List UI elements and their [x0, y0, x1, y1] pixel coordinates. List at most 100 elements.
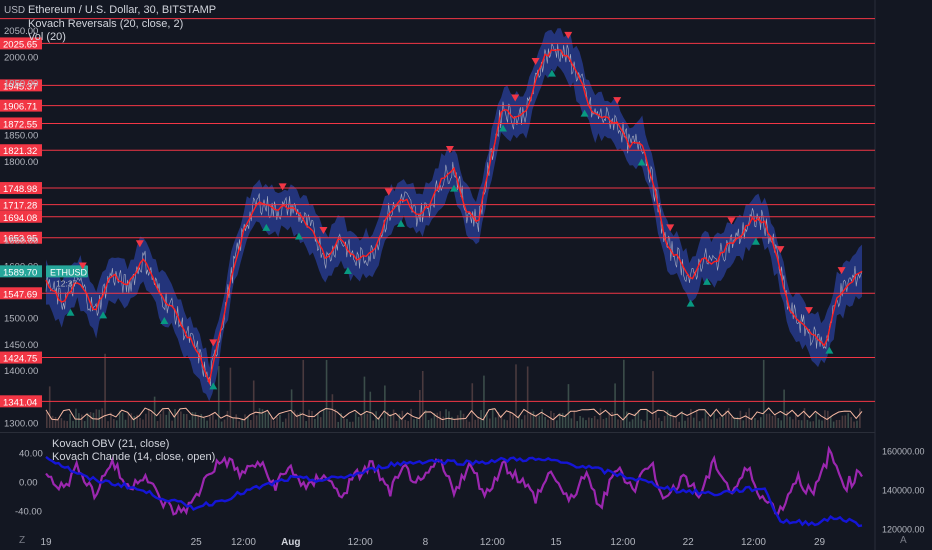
volume-bar [290, 389, 293, 428]
level-tag-label: 1547.69 [3, 289, 37, 300]
level-tag-label: 1872.55 [3, 119, 37, 130]
volume-bar [115, 420, 118, 428]
kovach-chande-legend[interactable]: Kovach Chande (14, close, open) [52, 451, 215, 463]
volume-bar [550, 410, 552, 428]
x-tick-label: 15 [550, 537, 562, 548]
volume-bar [742, 420, 745, 428]
volume-bar [413, 419, 415, 428]
volume-bar [392, 409, 395, 428]
kovach-band [46, 28, 862, 402]
volume-bar [363, 376, 366, 428]
chande-tick-label: 40.00 [19, 449, 43, 460]
volume-bar [107, 421, 109, 428]
volume-bar [462, 413, 465, 428]
volume-bar [427, 419, 430, 428]
volume-bar [488, 418, 491, 428]
volume-bar [322, 409, 325, 428]
volume-bar [838, 419, 841, 428]
volume-bar [841, 415, 844, 428]
volume-bar [78, 413, 80, 428]
volume-bar [124, 419, 127, 428]
x-tick-label: 25 [191, 537, 203, 548]
volume-bar [238, 421, 240, 428]
volume-bar [139, 417, 141, 428]
volume-bar [596, 419, 599, 428]
volume-bar [593, 415, 596, 428]
volume-bar [523, 415, 526, 428]
volume-bar [631, 419, 634, 428]
volume-bar [430, 418, 433, 428]
volume-bar [698, 421, 701, 428]
auto-scale-icon[interactable]: A [900, 535, 907, 546]
volume-bar [809, 421, 812, 428]
volume-bar [159, 413, 162, 428]
volume-bar [780, 420, 782, 428]
volume-bar [792, 419, 794, 428]
volume-bar [832, 421, 835, 428]
timezone-icon[interactable]: Z [19, 535, 25, 546]
volume-bar [812, 421, 815, 428]
volume-bar [354, 412, 357, 428]
volume-bar [745, 412, 748, 428]
volume-bar [215, 419, 217, 428]
level-tag-label: 1906.71 [3, 102, 37, 113]
volume-bar [250, 420, 252, 428]
volume-bar [419, 389, 421, 428]
volume-bar [416, 418, 418, 428]
volume-bar [509, 411, 511, 428]
currency-label: USD [4, 5, 26, 16]
volume-bar [806, 419, 809, 428]
volume-bar [384, 385, 386, 428]
obv-tick-label: 160000.00 [882, 447, 925, 457]
volume-bar [92, 412, 95, 428]
volume-bar [171, 420, 173, 428]
volume-bar [765, 413, 768, 428]
y-tick-label: 1800.00 [4, 157, 38, 168]
volume-bar [783, 389, 785, 428]
volume-bar [859, 408, 861, 428]
volume-bar [503, 419, 506, 428]
volume-bar [168, 411, 170, 428]
symbol-title[interactable]: Ethereum / U.S. Dollar, 30, BITSTAMP [28, 4, 216, 16]
volume-bar [226, 410, 229, 428]
volume-bar [311, 410, 313, 428]
volume-bar [716, 418, 718, 428]
volume-bar [54, 416, 57, 428]
volume-bar [206, 420, 208, 428]
volume-bar [121, 412, 124, 428]
volume-bar [150, 412, 153, 428]
volume-bar [684, 420, 686, 428]
volume-bar [456, 415, 459, 428]
volume-bar [244, 414, 246, 428]
obv-tick-label: 120000.00 [882, 525, 925, 535]
volume-bar [252, 380, 255, 428]
volume-bar [220, 421, 223, 428]
volume-bar [113, 419, 115, 428]
volume-bar [369, 391, 372, 428]
x-tick-label: 29 [814, 537, 826, 548]
indicator-vol-legend[interactable]: Vol (20) [28, 31, 66, 43]
y-tick-label: 1400.00 [4, 366, 38, 377]
volume-bar [719, 417, 721, 428]
volume-bar [777, 418, 780, 428]
last-price-label: 1589.70 [3, 267, 37, 278]
pane-separator[interactable] [0, 432, 875, 433]
x-tick-label: 22 [683, 537, 695, 548]
kovach-obv-legend[interactable]: Kovach OBV (21, close) [52, 438, 169, 450]
volume-bar [69, 413, 71, 428]
volume-bar [182, 413, 185, 428]
volume-bar [602, 419, 605, 428]
volume-bar [477, 417, 479, 428]
indicator-kovach-reversals-legend[interactable]: Kovach Reversals (20, close, 2) [28, 18, 183, 30]
y-tick-label: 1500.00 [4, 314, 38, 325]
volume-bar [608, 412, 611, 428]
volume-bar [754, 418, 756, 428]
chart-canvas[interactable]: 2025.651945.371906.711872.551821.321748.… [0, 0, 932, 550]
volume-bar [276, 417, 278, 428]
volume-bar [89, 412, 92, 428]
volume-bar [421, 370, 424, 428]
volume-bar [436, 412, 439, 428]
volume-bar [701, 418, 704, 428]
volume-bar [538, 415, 541, 428]
volume-bar [649, 419, 651, 428]
